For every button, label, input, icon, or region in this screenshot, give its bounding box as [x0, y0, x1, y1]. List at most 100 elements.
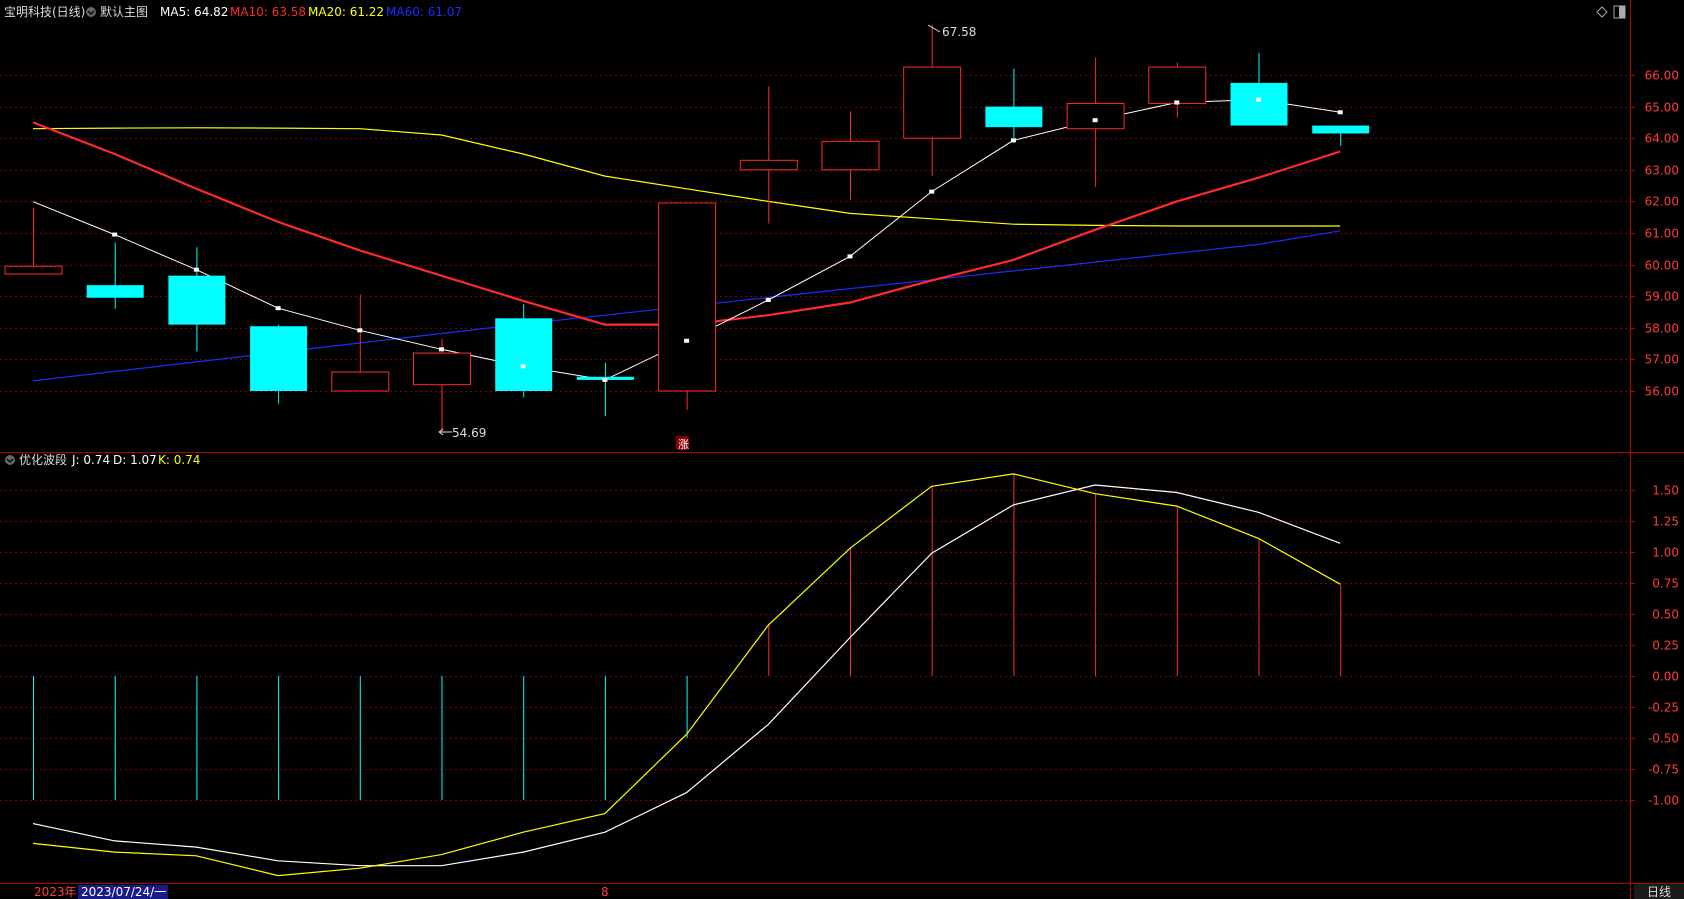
candle[interactable]: [86, 242, 144, 309]
sub-header: 优化波段 J: 0.74 D: 1.07 K: 0.74: [5, 452, 200, 467]
y-tick-label: 59.00: [1645, 290, 1679, 304]
indicator-lines: [32, 473, 1341, 877]
candle[interactable]: [1312, 125, 1370, 147]
y-tick-label: 0.00: [1652, 670, 1679, 684]
candle[interactable]: [1148, 62, 1207, 118]
ma5-dot: [929, 189, 935, 194]
candle[interactable]: [821, 111, 880, 200]
high-marker: 67.58: [927, 24, 976, 39]
k-line: [32, 473, 1341, 877]
zhang-badge: 涨: [676, 436, 689, 451]
y-tick-label: 63.00: [1645, 164, 1679, 178]
ma5-dot: [684, 338, 690, 343]
candle-body: [1066, 102, 1125, 130]
indicator-bars: [33, 473, 1342, 800]
ma5-dot: [1092, 118, 1098, 123]
year-label: 2023年: [34, 885, 77, 899]
ma10-label: MA10: 63.58: [230, 5, 306, 19]
chevron-down-icon[interactable]: [5, 455, 15, 465]
candle[interactable]: [4, 207, 63, 275]
y-tick-label: 62.00: [1645, 195, 1679, 209]
candle-body: [821, 140, 880, 171]
j-line: [32, 484, 1341, 867]
ma5-dot: [439, 347, 444, 352]
candle-body: [250, 326, 308, 391]
ma5-label: MA5: 64.82: [160, 5, 228, 19]
candles[interactable]: [4, 25, 1370, 433]
candle[interactable]: [1230, 52, 1288, 126]
ma5-dot: [520, 364, 526, 369]
chevron-down-icon[interactable]: [86, 7, 96, 17]
y-tick-label: -0.50: [1648, 732, 1679, 746]
candle[interactable]: [331, 294, 390, 392]
y-tick-label: 58.00: [1645, 322, 1679, 336]
candle[interactable]: [495, 304, 553, 398]
stock-title: 宝明科技(日线): [4, 5, 85, 19]
candle[interactable]: [658, 202, 717, 410]
chart-frame: [0, 0, 1684, 899]
y-tick-label: -0.75: [1648, 763, 1679, 777]
ma5-dot: [112, 232, 118, 237]
y-tick-label: 0.50: [1652, 608, 1679, 622]
candle-body: [413, 352, 471, 386]
y-tick-label: -0.25: [1648, 701, 1679, 715]
candle[interactable]: [1066, 57, 1125, 188]
stock-chart[interactable]: 66.00 65.00 64.00 63.00 62.00 61.00 60.00 59.00…: [0, 0, 1684, 899]
candle[interactable]: [250, 324, 308, 404]
candle[interactable]: [985, 68, 1043, 139]
y-tick-label: 61.00: [1645, 227, 1679, 241]
candle-body: [495, 318, 553, 391]
candle[interactable]: [168, 247, 226, 352]
ma5-dot: [847, 254, 853, 259]
candle-body: [331, 371, 390, 392]
template-dropdown[interactable]: 默认主图: [86, 4, 148, 19]
footer-axis: 2023年 2023/07/24/一 8 日线: [34, 884, 1684, 899]
y-tick-label: 60.00: [1645, 259, 1679, 273]
y-tick-label: 1.25: [1652, 515, 1679, 529]
ma5-dot: [765, 297, 771, 302]
low-price-label: 54.69: [452, 426, 486, 440]
ma5-dot: [1010, 138, 1016, 143]
period-label[interactable]: 日线: [1647, 885, 1671, 899]
y-tick-label: 65.00: [1645, 101, 1679, 115]
diamond-icon[interactable]: [1596, 6, 1608, 18]
k-value-label: K: 0.74: [158, 453, 200, 467]
candle[interactable]: [903, 25, 962, 177]
y-tick-label: 66.00: [1645, 69, 1679, 83]
main-header: 宝明科技(日线) 默认主图 MA5: 64.82 MA10: 63.58 MA2…: [4, 4, 462, 19]
candle-body: [86, 285, 144, 298]
panel-toggle-icon[interactable]: [1613, 5, 1626, 19]
j-value-label: J: 0.74: [71, 453, 110, 467]
y-tick-label: 64.00: [1645, 132, 1679, 146]
ma5-dot: [1174, 100, 1180, 105]
y-tick-label: 0.75: [1652, 577, 1679, 591]
sub-grid: [0, 490, 1630, 801]
y-tick-label: 1.00: [1652, 546, 1679, 560]
ma5-dot: [275, 306, 281, 311]
low-marker: 54.69: [438, 426, 486, 440]
y-tick-label: 57.00: [1645, 353, 1679, 367]
candle-body: [1230, 82, 1288, 126]
d-value-label: D: 1.07: [113, 453, 157, 467]
template-label[interactable]: 默认主图: [100, 4, 148, 19]
period-button[interactable]: 日线: [1634, 884, 1684, 899]
candle-body: [1312, 125, 1370, 134]
candle-body: [4, 265, 63, 275]
y-tick-label: -1.00: [1648, 794, 1679, 808]
indicator-name[interactable]: 优化波段: [19, 452, 67, 467]
ma5-dot: [193, 267, 199, 272]
candle[interactable]: [739, 86, 798, 224]
sub-y-axis: 1.50 1.25 1.00 0.75 0.50 0.25 0.00 -0.25 -0.50 -0…: [1630, 484, 1679, 808]
candle[interactable]: [413, 338, 471, 433]
indicator-dropdown[interactable]: 优化波段: [5, 452, 67, 467]
y-tick-label: 0.25: [1652, 639, 1679, 653]
ma5-dot: [1256, 97, 1261, 102]
high-price-label: 67.58: [942, 25, 976, 39]
y-tick-label: 56.00: [1645, 385, 1679, 399]
candle-body: [903, 66, 962, 139]
current-date-label: 2023/07/24/一: [81, 885, 166, 899]
ma60-label: MA60: 61.07: [386, 5, 462, 19]
candle-body: [658, 202, 717, 392]
ma5-dot: [357, 328, 363, 333]
candle-body: [168, 275, 226, 325]
